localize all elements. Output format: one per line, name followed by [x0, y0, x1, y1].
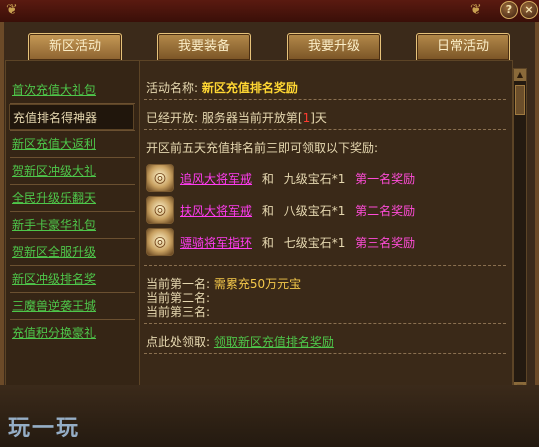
reward-and: 和: [261, 172, 274, 186]
divider: [144, 353, 506, 354]
current-rank-label: 当前第三名:: [146, 305, 211, 319]
reward-and: 和: [261, 236, 274, 250]
sidebar-item[interactable]: 新区充值大返利: [12, 131, 139, 157]
sidebar-item[interactable]: 新区冲级排名奖: [12, 266, 139, 292]
tab-new-server-events[interactable]: 新区活动: [28, 33, 122, 61]
sidebar-item[interactable]: 新手卡豪华礼包: [12, 212, 139, 238]
claim-reward-link[interactable]: 领取新区充值排名奖励: [214, 335, 334, 349]
tab-level-up[interactable]: 我要升级: [287, 33, 381, 61]
sidebar-item[interactable]: 充值积分换豪礼: [12, 320, 139, 346]
tab-daily-events[interactable]: 日常活动: [416, 33, 510, 61]
reward-item-link[interactable]: 追风大将军戒: [180, 172, 252, 186]
reward-item-link[interactable]: 扶风大将军戒: [180, 204, 252, 218]
rule-text: 开区前五天充值排名前三即可领取以下奖励:: [146, 141, 379, 155]
open-day-label: 已经开放:: [146, 111, 199, 125]
scroll-thumb[interactable]: [515, 85, 525, 115]
sidebar-item[interactable]: 首次充值大礼包: [12, 77, 139, 103]
divider: [144, 129, 506, 130]
event-detail-panel: 活动名称: 新区充值排名奖励 已经开放: 服务器当前开放第[1]天 开区前五天充…: [139, 60, 513, 386]
open-day-prefix: 服务器当前开放第[: [201, 111, 303, 125]
event-name-label: 活动名称:: [146, 81, 199, 95]
reward-and: 和: [261, 204, 274, 218]
divider: [144, 99, 506, 100]
current-rank-value: 需累充50万元宝: [213, 277, 302, 291]
help-button[interactable]: ?: [500, 1, 518, 19]
claim-row: 点此处领取: 领取新区充值排名奖励: [146, 333, 334, 350]
claim-label: 点此处领取:: [146, 335, 211, 349]
ring-icon: ◎: [146, 164, 174, 192]
tab-equipment[interactable]: 我要装备: [157, 33, 251, 61]
ornament-icon: ❦: [6, 2, 18, 18]
close-button[interactable]: ×: [520, 1, 538, 19]
event-name-value: 新区充值排名奖励: [201, 81, 298, 95]
reward-item-link[interactable]: 骠骑将军指环: [180, 236, 252, 250]
event-list: 首次充值大礼包 充值排名得神器 新区充值大返利 贺新区冲级大礼 全民升级乐翻天 …: [5, 60, 140, 386]
ring-icon: ◎: [146, 228, 174, 256]
reward-row: 骠骑将军指环 和 七级宝石*1 第三名奖励: [180, 234, 421, 251]
divider: [144, 323, 506, 324]
scroll-up-icon[interactable]: ▲: [514, 69, 526, 81]
reward-gem: 八级宝石*1: [283, 204, 346, 218]
detail-scrollbar[interactable]: ▲ ▼: [513, 68, 527, 395]
reward-row: 追风大将军戒 和 九级宝石*1 第一名奖励: [180, 170, 421, 187]
reward-gem: 九级宝石*1: [283, 172, 346, 186]
bottom-strip: [0, 385, 539, 447]
reward-rank: 第二名奖励: [355, 204, 416, 218]
ornament-icon: ❦: [470, 2, 482, 18]
sidebar-item[interactable]: 贺新区全服升级: [12, 239, 139, 265]
sidebar-item[interactable]: 贺新区冲级大礼: [12, 158, 139, 184]
reward-gem: 七级宝石*1: [283, 236, 346, 250]
current-third-row: 当前第三名:: [146, 303, 210, 320]
watermark-logo: 玩一玩: [8, 416, 81, 441]
sidebar-item[interactable]: 全民升级乐翻天: [12, 185, 139, 211]
reward-row: 扶风大将军戒 和 八级宝石*1 第二名奖励: [180, 202, 421, 219]
title-bar: ❦ ❦ ? ×: [0, 0, 539, 24]
reward-rank: 第三名奖励: [355, 236, 416, 250]
reward-rank: 第一名奖励: [355, 172, 416, 186]
ring-icon: ◎: [146, 196, 174, 224]
sidebar-item[interactable]: 三魔兽逆袭王城: [12, 293, 139, 319]
open-day-suffix: ]天: [310, 111, 327, 125]
event-name-row: 活动名称: 新区充值排名奖励: [146, 79, 298, 96]
divider: [144, 265, 506, 266]
open-day-row: 已经开放: 服务器当前开放第[1]天: [146, 109, 327, 126]
sidebar-item-selected[interactable]: 充值排名得神器: [9, 104, 134, 130]
